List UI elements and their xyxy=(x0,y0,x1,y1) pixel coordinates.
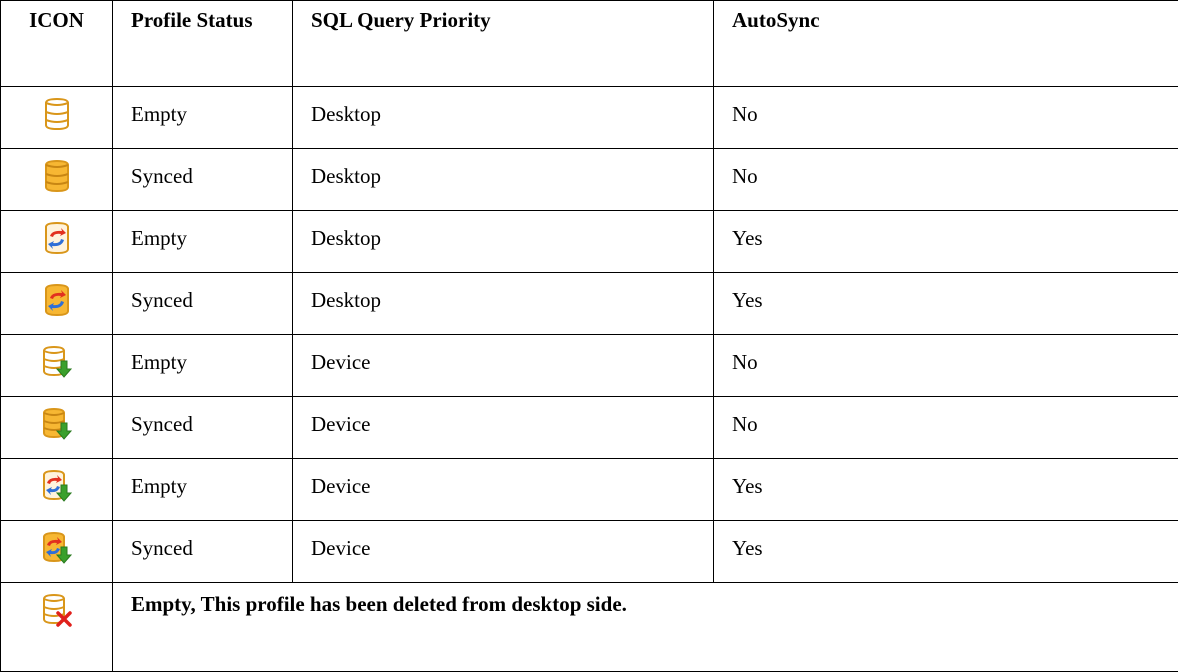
db-synced-icon xyxy=(42,159,72,193)
header-row: ICON Profile Status SQL Query Priority A… xyxy=(1,1,1178,87)
header-icon: ICON xyxy=(1,1,113,87)
db-empty-autosync-device-icon xyxy=(42,469,72,503)
profile-status-table: ICON Profile Status SQL Query Priority A… xyxy=(0,0,1178,672)
cell-autosync: No xyxy=(714,149,1178,211)
db-deleted-icon xyxy=(42,593,72,627)
header-profile-status: Profile Status xyxy=(113,1,293,87)
cell-autosync: Yes xyxy=(714,459,1178,521)
cell-status: Empty xyxy=(113,87,293,149)
cell-autosync: Yes xyxy=(714,521,1178,583)
cell-status: Empty xyxy=(113,211,293,273)
cell-status: Empty xyxy=(113,335,293,397)
cell-autosync: Yes xyxy=(714,211,1178,273)
db-empty-device-icon xyxy=(42,345,72,379)
header-sql-query-priority: SQL Query Priority xyxy=(293,1,714,87)
db-synced-autosync-device-icon xyxy=(42,531,72,565)
cell-autosync: No xyxy=(714,87,1178,149)
db-synced-autosync-icon xyxy=(42,283,72,317)
cell-priority: Device xyxy=(293,397,714,459)
header-autosync: AutoSync xyxy=(714,1,1178,87)
cell-autosync: No xyxy=(714,335,1178,397)
table-row: Empty Device No xyxy=(1,335,1178,397)
table-row: Empty Device Yes xyxy=(1,459,1178,521)
db-synced-device-icon xyxy=(42,407,72,441)
cell-priority: Device xyxy=(293,459,714,521)
cell-status: Synced xyxy=(113,521,293,583)
cell-priority: Desktop xyxy=(293,273,714,335)
cell-priority: Device xyxy=(293,335,714,397)
table-row: Empty Desktop Yes xyxy=(1,211,1178,273)
table-row: Synced Desktop Yes xyxy=(1,273,1178,335)
db-empty-autosync-icon xyxy=(42,221,72,255)
deleted-note: Empty, This profile has been deleted fro… xyxy=(113,583,1178,672)
cell-priority: Device xyxy=(293,521,714,583)
cell-priority: Desktop xyxy=(293,87,714,149)
cell-status: Empty xyxy=(113,459,293,521)
table-row: Synced Desktop No xyxy=(1,149,1178,211)
cell-status: Synced xyxy=(113,149,293,211)
cell-priority: Desktop xyxy=(293,211,714,273)
cell-autosync: Yes xyxy=(714,273,1178,335)
deleted-row: Empty, This profile has been deleted fro… xyxy=(1,583,1178,672)
cell-status: Synced xyxy=(113,397,293,459)
table-row: Empty Desktop No xyxy=(1,87,1178,149)
table-row: Synced Device Yes xyxy=(1,521,1178,583)
db-empty-icon xyxy=(42,97,72,131)
cell-autosync: No xyxy=(714,397,1178,459)
cell-priority: Desktop xyxy=(293,149,714,211)
table-row: Synced Device No xyxy=(1,397,1178,459)
cell-status: Synced xyxy=(113,273,293,335)
